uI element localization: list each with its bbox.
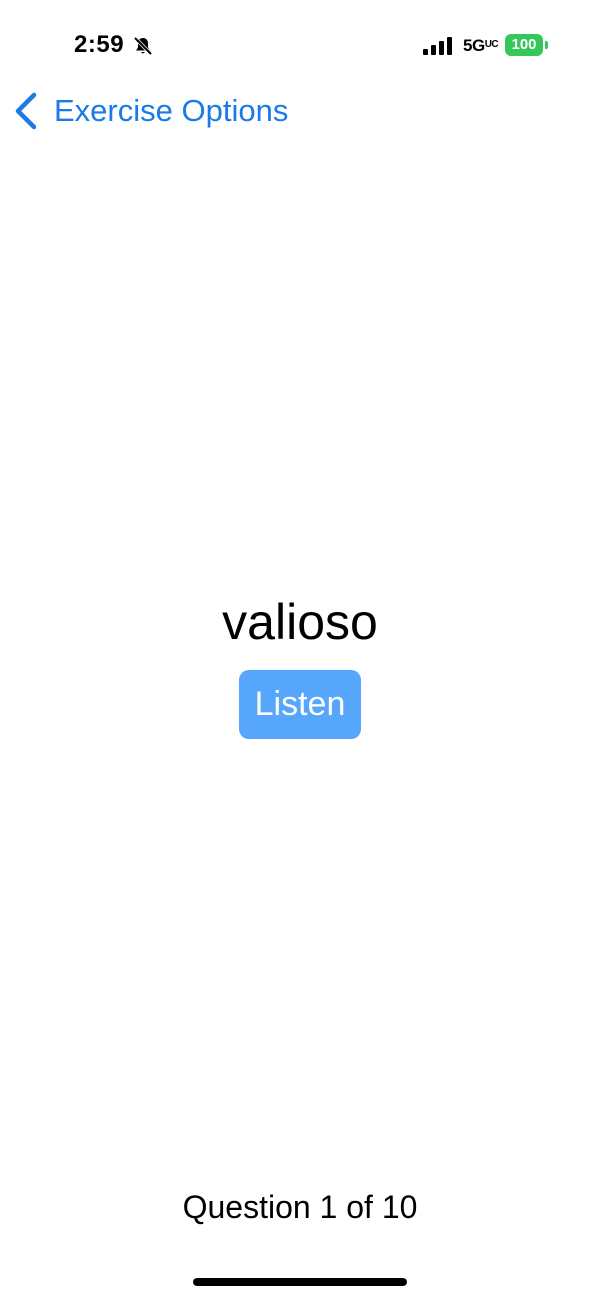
- network-type-label: 5GUC: [463, 36, 499, 55]
- battery-indicator: 100: [505, 34, 543, 56]
- back-button[interactable]: Exercise Options: [12, 88, 288, 134]
- exercise-word: valioso: [222, 594, 378, 650]
- chevron-left-icon: [15, 92, 37, 130]
- listen-button[interactable]: Listen: [239, 670, 361, 739]
- battery-tip: [545, 41, 548, 49]
- question-progress: Question 1 of 10: [182, 1189, 418, 1225]
- home-indicator[interactable]: [193, 1278, 407, 1286]
- status-time: 2:59: [74, 31, 125, 58]
- status-bar: 2:59 5GUC 100: [0, 0, 600, 90]
- network-suffix: UC: [484, 39, 499, 50]
- back-button-label: Exercise Options: [54, 93, 289, 128]
- cellular-signal-icon: [423, 37, 452, 55]
- bell-slash-icon: [133, 36, 153, 56]
